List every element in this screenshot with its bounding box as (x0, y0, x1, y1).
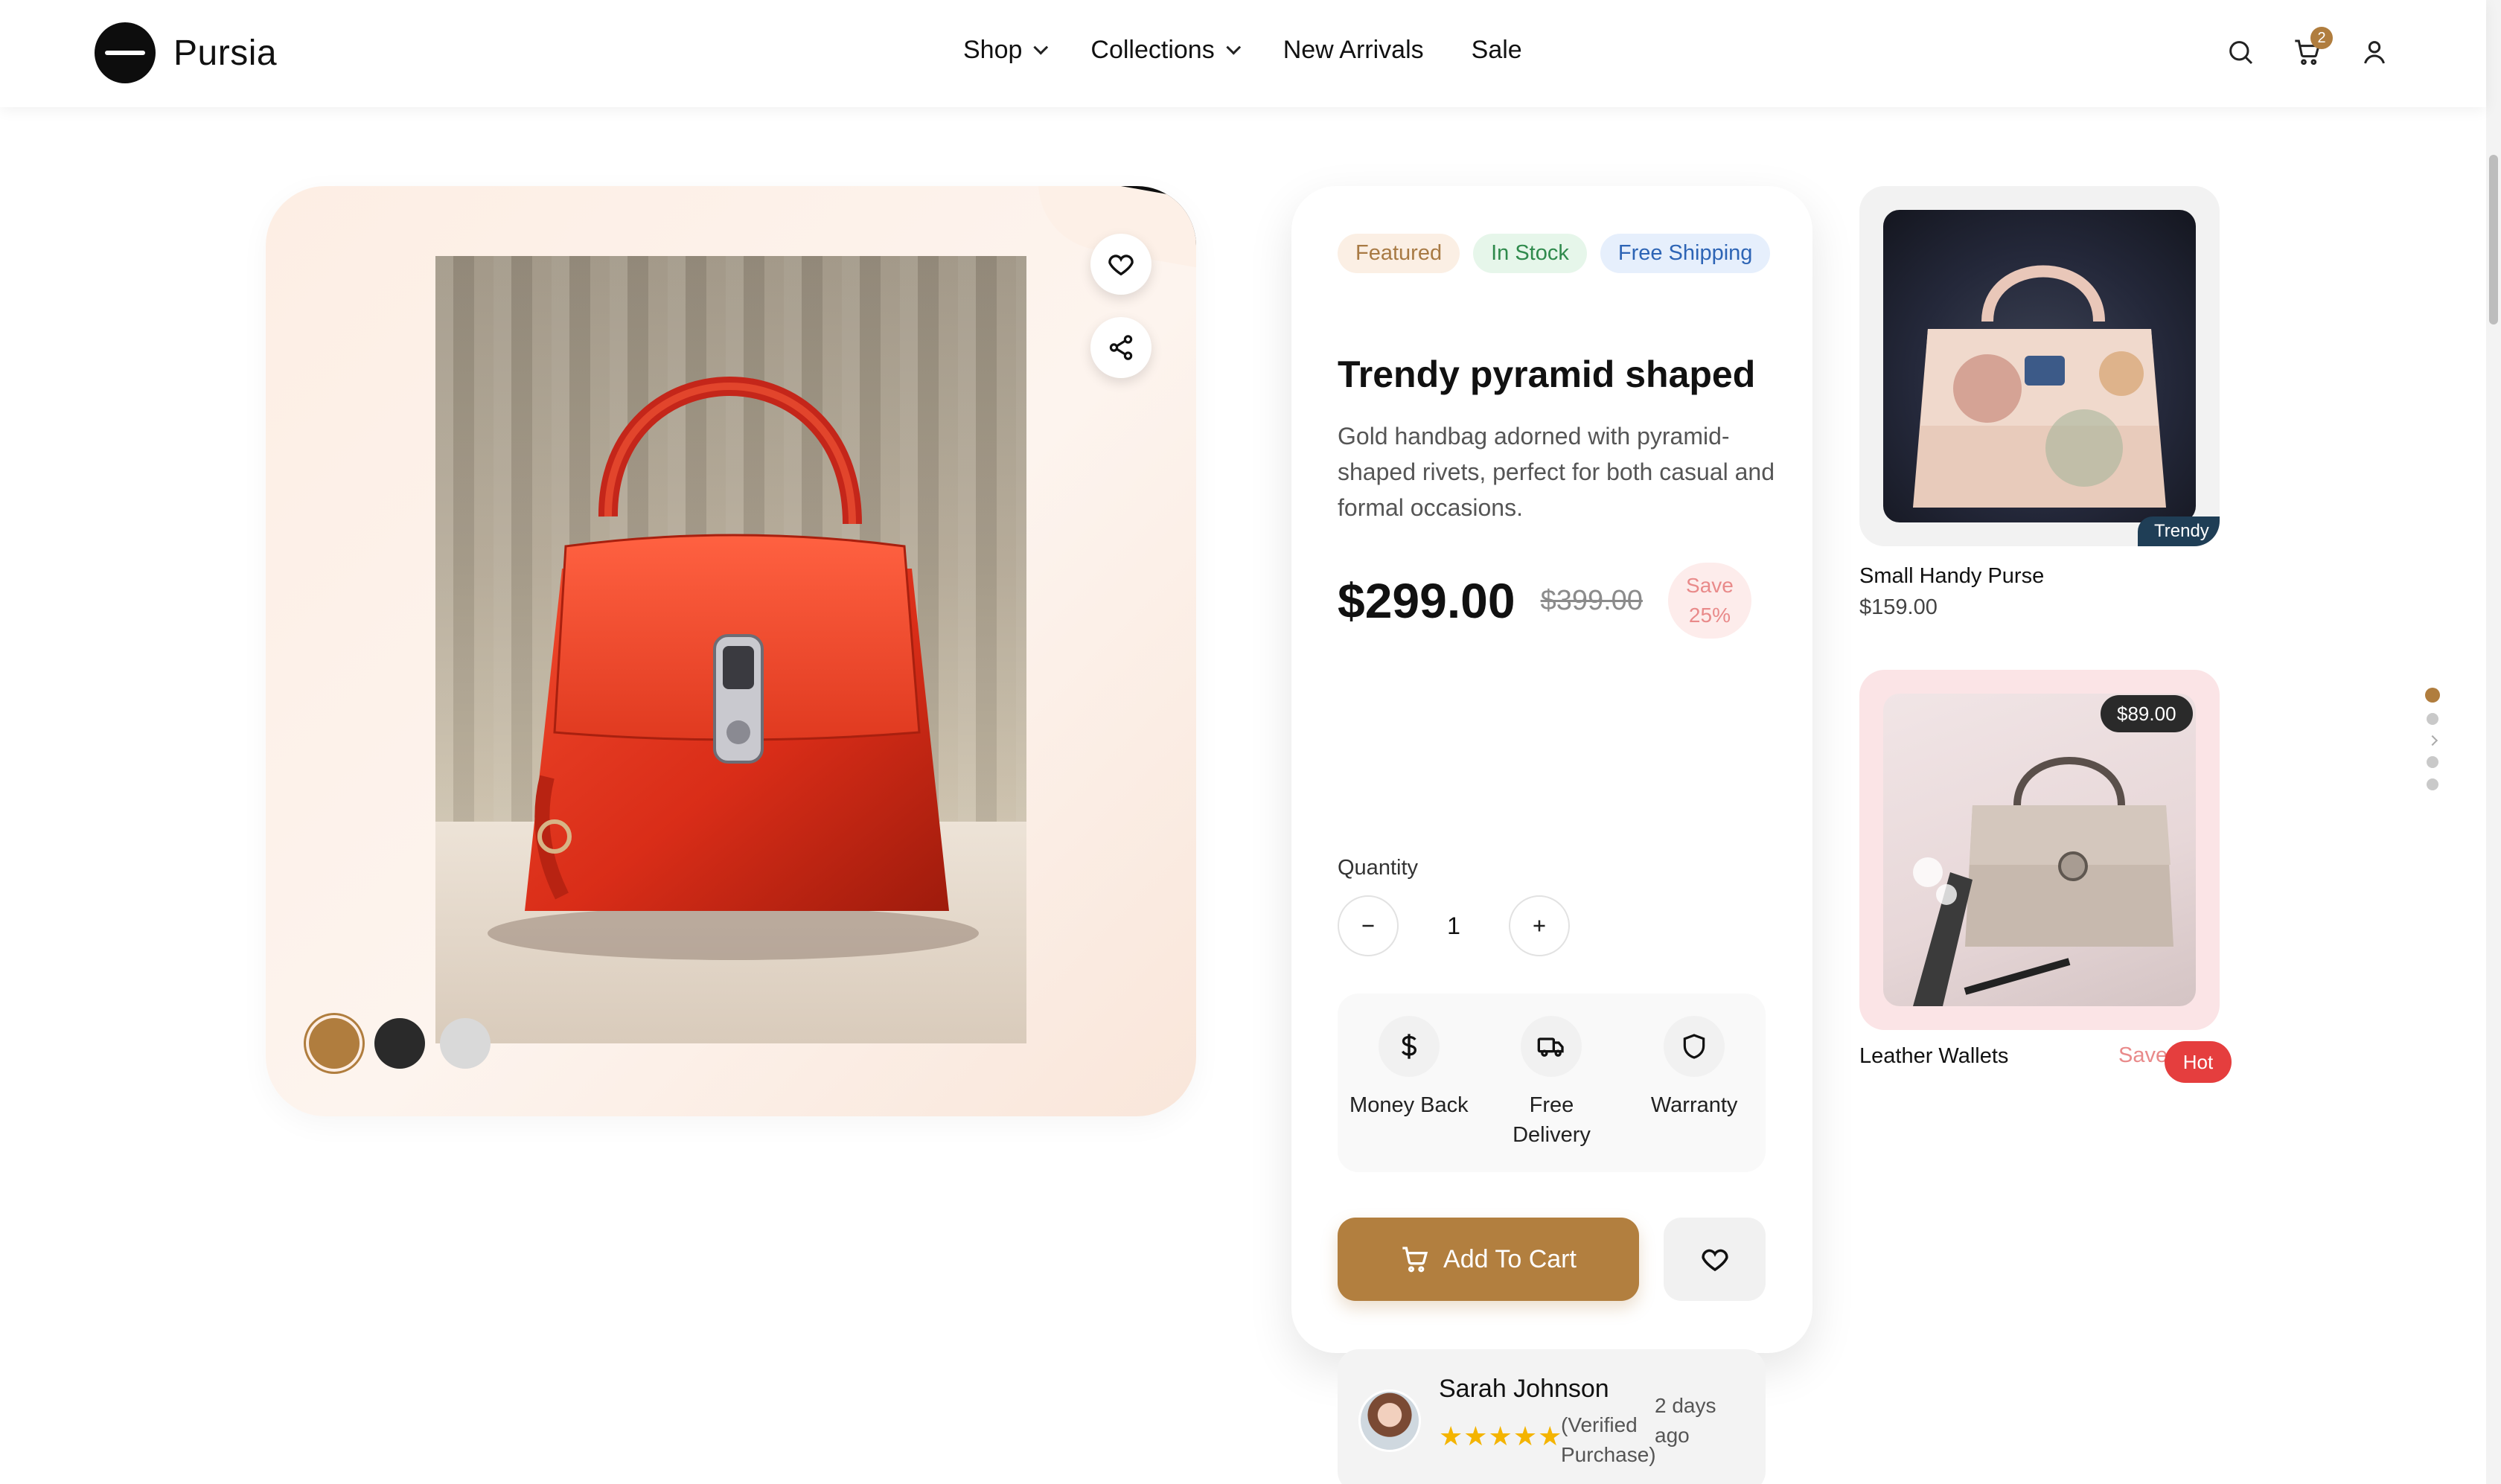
nav-item-collections[interactable]: Collections (1090, 36, 1241, 65)
swatch-black[interactable] (374, 1018, 425, 1069)
logo-mark-icon (95, 22, 156, 83)
brand-name: Pursia (173, 33, 278, 73)
increase-quantity-button[interactable] (1509, 895, 1570, 956)
product-description: Gold handbag adorned with pyramid-shaped… (1338, 423, 1775, 521)
quantity-label: Quantity (1338, 856, 1418, 880)
plus-icon (1533, 920, 1545, 932)
carousel-dot[interactable] (2425, 688, 2440, 703)
chevron-down-icon (1033, 39, 1049, 55)
search-icon[interactable] (2226, 37, 2255, 67)
chevron-right-icon[interactable] (2427, 735, 2438, 746)
cart-count-badge: 2 (2310, 27, 2333, 49)
wishlist-button[interactable] (1664, 1218, 1766, 1301)
tag-in-stock: In Stock (1473, 234, 1587, 273)
main-nav: Shop Collections New Arrivals Sale (963, 36, 1522, 65)
minus-icon (1362, 924, 1374, 927)
heart-icon (1108, 255, 1134, 276)
color-swatches (309, 1018, 491, 1069)
feature-label: Warranty (1650, 1093, 1738, 1117)
nav-item-label: Collections (1090, 36, 1215, 64)
leather-wallet-illustration (1913, 757, 2173, 1006)
user-icon[interactable] (2360, 37, 2389, 67)
related-product-image (1883, 210, 2196, 522)
add-to-cart-button[interactable]: Add To Cart (1338, 1218, 1639, 1301)
tag-featured: Featured (1338, 234, 1460, 273)
quantity-value[interactable]: 1 (1399, 912, 1509, 940)
truck-icon (1521, 1016, 1582, 1077)
brand-logo[interactable]: Pursia (95, 22, 277, 83)
add-to-cart-label: Add To Cart (1443, 1244, 1577, 1273)
product-title: Trendy pyramid shaped (1338, 354, 1756, 395)
carousel-pagination (2425, 688, 2440, 790)
header-actions: 2 (2226, 27, 2389, 67)
nav-item-label: New Arrivals (1283, 36, 1424, 64)
feature-warranty: Warranty (1631, 1016, 1757, 1172)
feature-label: Free Delivery (1513, 1093, 1591, 1147)
share-button[interactable] (1090, 317, 1152, 378)
floral-purse-illustration (1913, 265, 2166, 508)
nav-item-shop[interactable]: Shop (963, 36, 1049, 65)
carousel-dot[interactable] (2427, 778, 2438, 790)
related-product-name[interactable]: Small Handy Purse (1859, 564, 2044, 589)
review-timestamp: 2 days ago (1655, 1394, 1716, 1447)
feature-highlights: Money Back Free Delivery Warranty (1338, 994, 1766, 1172)
related-product-name[interactable]: Leather Wallets (1859, 1044, 2008, 1069)
share-icon (1109, 335, 1133, 360)
avatar (1358, 1389, 1421, 1452)
save-label: Save (2118, 1043, 2168, 1067)
related-product-card[interactable]: Trendy (1859, 186, 2220, 546)
cart-icon[interactable]: 2 (2293, 27, 2333, 67)
related-product-image (1883, 694, 2196, 1006)
scrollbar-thumb[interactable] (2489, 155, 2498, 324)
save-badge: Save 25% (1667, 563, 1751, 639)
product-gallery (266, 186, 1196, 1116)
verified-purchase-label: (Verified Purchase) (1561, 1413, 1656, 1466)
shield-icon (1664, 1016, 1725, 1077)
customer-review: Sarah Johnson ★★★★★ (Verified Purchase) … (1338, 1349, 1766, 1484)
trendy-badge: Trendy (2138, 516, 2220, 546)
quantity-stepper: 1 (1338, 895, 1570, 956)
nav-item-label: Sale (1471, 36, 1522, 64)
product-tags: Featured In Stock Free Shipping (1338, 234, 1784, 273)
original-price: $399.00 (1540, 584, 1643, 616)
handbag-illustration (488, 377, 979, 960)
tag-free-shipping: Free Shipping (1600, 234, 1771, 273)
product-price-tag: $89.00 (2101, 695, 2193, 732)
nav-item-sale[interactable]: Sale (1472, 36, 1522, 65)
favorite-button[interactable] (1090, 234, 1152, 295)
feature-free-delivery: Free Delivery (1488, 1016, 1614, 1172)
product-image (435, 256, 1026, 1043)
nav-item-new-arrivals[interactable]: New Arrivals (1283, 36, 1424, 65)
reviewer-name: Sarah Johnson (1439, 1375, 1609, 1403)
chevron-down-icon (1226, 39, 1241, 55)
cart-icon (1402, 1247, 1428, 1273)
page-scrollbar[interactable] (2486, 0, 2501, 1484)
product-detail-card: Featured In Stock Free Shipping Trendy p… (1291, 186, 1812, 1484)
nav-item-label: Shop (963, 36, 1023, 64)
swatch-tan[interactable] (309, 1018, 360, 1069)
current-price: $299.00 (1338, 573, 1515, 628)
hot-badge: Hot (2165, 1041, 2232, 1083)
feature-money-back: Money Back (1346, 1016, 1472, 1172)
swatch-gray[interactable] (440, 1018, 491, 1069)
site-header: Pursia Shop Collections New Arrivals Sal… (0, 0, 2486, 107)
related-product-price: $159.00 (1859, 595, 1938, 619)
price-row: $299.00 $399.00 Save 25% (1338, 563, 1751, 639)
star-rating: ★★★★★ (1439, 1421, 1563, 1451)
dollar-icon (1378, 1016, 1440, 1077)
carousel-dot[interactable] (2427, 756, 2438, 768)
decrease-quantity-button[interactable] (1338, 895, 1399, 956)
heart-icon (1701, 1249, 1728, 1272)
carousel-dot[interactable] (2427, 713, 2438, 725)
feature-label: Money Back (1349, 1093, 1469, 1117)
